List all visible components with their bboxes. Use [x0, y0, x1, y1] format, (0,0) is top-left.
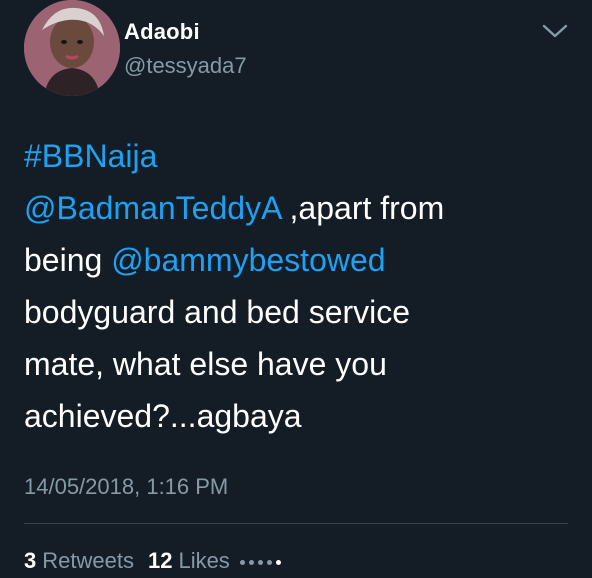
tweet-text: #BBNaija @BadmanTeddyA ,apart from being @… — [24, 130, 564, 442]
author-name[interactable]: Adaobi — [124, 19, 200, 45]
liker-avatars[interactable] — [239, 560, 285, 565]
tweet-line: mate, what else have you — [24, 338, 564, 390]
tweet-line: bodyguard and bed service — [24, 286, 564, 338]
likes-count[interactable]: 12 — [148, 548, 172, 574]
chevron-down-icon — [542, 24, 568, 38]
tweet-text-segment: mate, what else have you — [24, 346, 387, 382]
avatar[interactable] — [24, 0, 120, 96]
liker-avatar — [239, 560, 245, 565]
liker-avatar — [266, 560, 272, 565]
retweets-count[interactable]: 3 — [24, 548, 36, 574]
tweet-options-button[interactable] — [538, 18, 572, 44]
author-handle[interactable]: @tessyada7 — [124, 53, 247, 79]
liker-avatar — [275, 560, 281, 565]
tweet-line: @BadmanTeddyA ,apart from — [24, 182, 564, 234]
mention-link[interactable]: @BadmanTeddyA — [24, 190, 281, 226]
hashtag-link[interactable]: #BBNaija — [24, 138, 157, 174]
avatar-image — [24, 0, 120, 96]
tweet-line: achieved?...agbaya — [24, 390, 564, 442]
tweet-text-segment: ,apart from — [280, 190, 445, 226]
tweet-line: #BBNaija — [24, 130, 564, 182]
tweet-line: being @bammybestowed — [24, 234, 564, 286]
tweet-stats: 3 Retweets 12 Likes — [24, 548, 285, 578]
retweets-label[interactable]: Retweets — [42, 548, 134, 574]
divider — [24, 523, 568, 524]
tweet-text-segment: being — [24, 242, 112, 278]
mention-link[interactable]: @bammybestowed — [111, 242, 385, 278]
tweet-text-segment: achieved?...agbaya — [24, 398, 302, 434]
tweet-timestamp[interactable]: 14/05/2018, 1:16 PM — [24, 474, 228, 500]
liker-avatar — [248, 560, 254, 565]
likes-label[interactable]: Likes — [178, 548, 229, 574]
tweet-text-segment: bodyguard and bed service — [24, 294, 411, 330]
liker-avatar — [257, 560, 263, 565]
